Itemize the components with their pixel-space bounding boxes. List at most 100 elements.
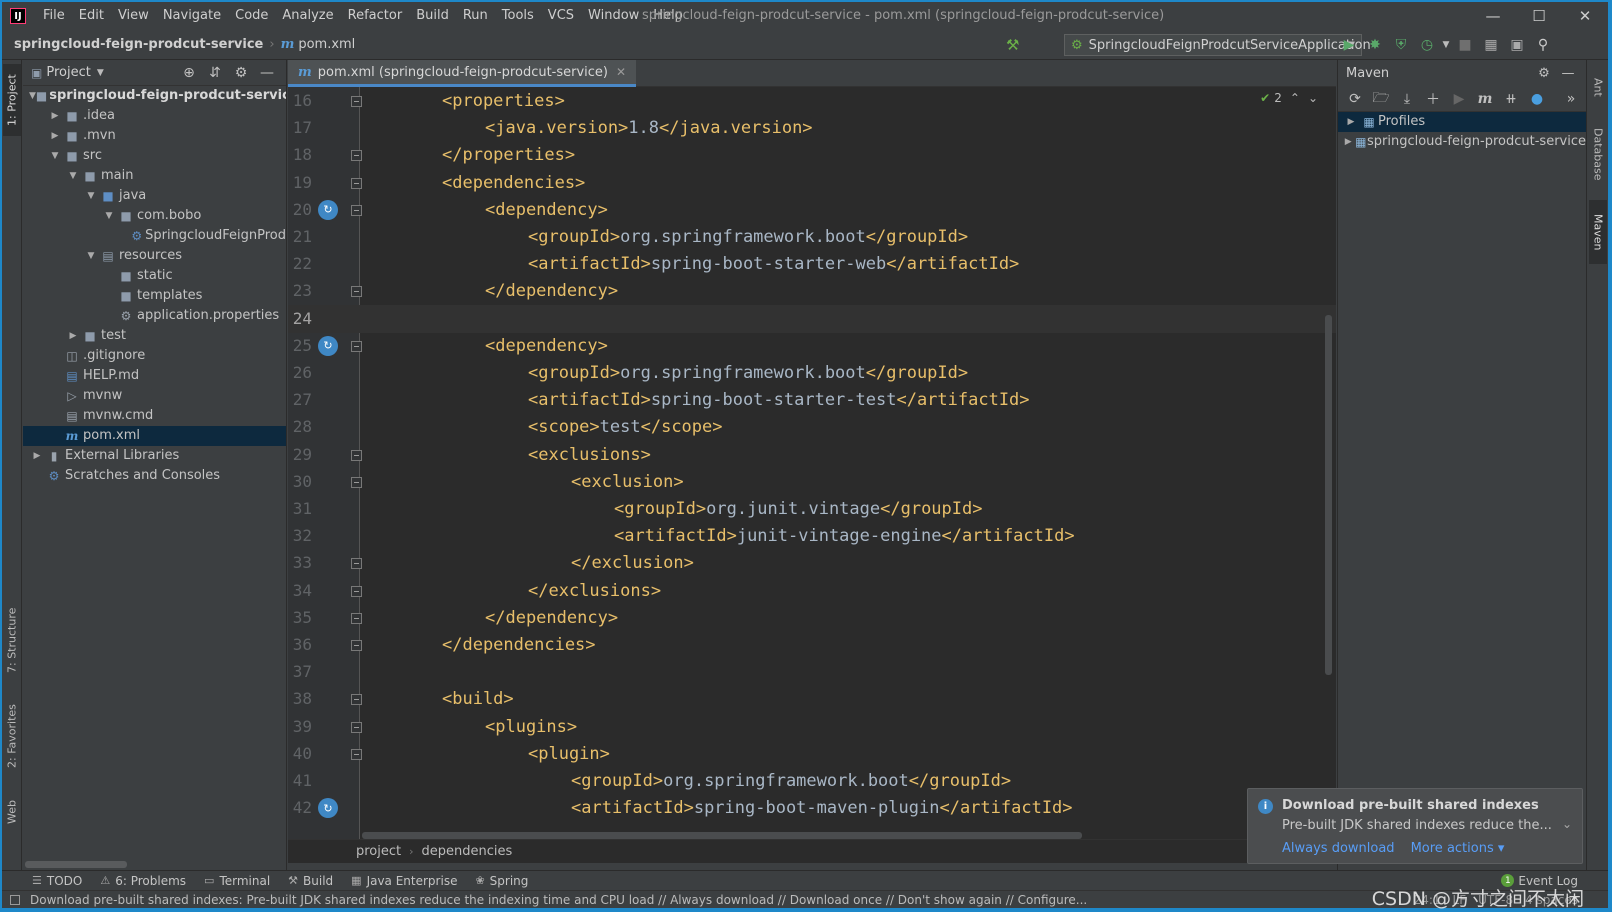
run-icon[interactable]: ▶ xyxy=(1336,37,1362,53)
tree-item[interactable]: ▶ ▮ External Libraries xyxy=(23,446,286,466)
chevron-down-icon[interactable]: ▼ xyxy=(83,186,99,206)
code-line[interactable]: 40 <plugin> xyxy=(288,740,1336,768)
add-folder-icon[interactable]: 🗁 xyxy=(1368,87,1394,111)
run-icon[interactable]: ▶ xyxy=(1446,91,1472,107)
add-icon[interactable]: ＋ xyxy=(1420,89,1446,109)
tree-item[interactable]: ▶ ■ test xyxy=(23,326,286,346)
code-line[interactable]: 31 <groupId>org.junit.vintage</groupId> xyxy=(288,495,1336,523)
chevron-right-icon[interactable]: ▶ xyxy=(65,326,81,346)
maven-tree-item[interactable]: ▶ ▦ Profiles xyxy=(1338,112,1586,132)
code-line[interactable]: 32 <artifactId>junit-vintage-engine</arti… xyxy=(288,522,1336,550)
code-editor[interactable]: 16 <properties> 17 <java.version>1.8</java.… xyxy=(288,87,1336,839)
expand-icon[interactable]: ⌄ xyxy=(1562,817,1572,831)
code-line[interactable]: 23 </dependency> xyxy=(288,277,1336,305)
fold-marker-icon[interactable] xyxy=(351,340,362,352)
code-line[interactable]: 16 <properties> xyxy=(288,87,1336,115)
tree-item[interactable]: ◫ .gitignore xyxy=(23,346,286,366)
execute-goal-icon[interactable]: m xyxy=(1472,91,1498,107)
fold-marker-icon[interactable] xyxy=(351,694,362,706)
code-line[interactable]: 18 </properties> xyxy=(288,141,1336,169)
tree-item[interactable]: ⚙ application.properties xyxy=(23,306,286,326)
code-line[interactable]: 24 xyxy=(288,304,1336,333)
code-line[interactable]: 29 <exclusions> xyxy=(288,441,1336,469)
breadcrumb-dependencies[interactable]: dependencies xyxy=(422,844,513,859)
code-line[interactable]: 22 <artifactId>spring-boot-starter-web</a… xyxy=(288,250,1336,278)
tree-item[interactable]: ▼ ■ java xyxy=(23,186,286,206)
fold-marker-icon[interactable] xyxy=(351,612,362,624)
code-line[interactable]: 42 ↻ <artifactId>spring-boot-maven-plugin<… xyxy=(288,794,1336,822)
tree-item[interactable]: ■ templates xyxy=(23,286,286,306)
menu-navigate[interactable]: Navigate xyxy=(156,2,228,30)
download-icon[interactable]: ⤓ xyxy=(1394,91,1420,107)
collapse-all-icon[interactable]: ⇵ xyxy=(202,65,228,81)
fold-marker-icon[interactable] xyxy=(351,558,362,570)
coverage-icon[interactable]: ⛨ xyxy=(1388,37,1414,53)
tree-item[interactable]: ▼ ■ src xyxy=(23,146,286,166)
tree-item[interactable]: ▼ ■ main xyxy=(23,166,286,186)
chevron-down-icon[interactable]: ▼ xyxy=(65,166,81,186)
status-message[interactable]: Download pre-built shared indexes: Pre-b… xyxy=(30,893,1087,907)
skip-tests-icon[interactable]: ● xyxy=(1524,91,1550,107)
maven-dependency-gutter-icon[interactable]: ↻ xyxy=(318,798,338,819)
menu-window[interactable]: Window xyxy=(581,2,646,30)
fold-marker-icon[interactable] xyxy=(351,721,362,733)
locate-file-icon[interactable]: ⊕ xyxy=(176,65,202,81)
hide-panel-icon[interactable]: — xyxy=(1556,66,1580,81)
horizontal-scrollbar[interactable] xyxy=(362,832,1082,839)
more-icon[interactable]: » xyxy=(1558,91,1584,107)
maven-dependency-gutter-icon[interactable]: ↻ xyxy=(318,335,338,356)
code-line[interactable]: 20 ↻ <dependency> xyxy=(288,196,1336,224)
toggle-tool-windows-icon[interactable] xyxy=(10,894,20,905)
structure-tool-tab[interactable]: 7: Structure xyxy=(3,598,21,682)
chevron-right-icon[interactable]: ▶ xyxy=(47,106,63,126)
chevron-down-icon[interactable]: ▼ xyxy=(29,86,36,106)
tree-item[interactable]: ▤ HELP.md xyxy=(23,366,286,386)
fold-marker-icon[interactable] xyxy=(351,476,362,488)
chevron-up-icon[interactable]: ⌃ xyxy=(1290,91,1300,105)
code-line[interactable]: 19 <dependencies> xyxy=(288,169,1336,197)
menu-run[interactable]: Run xyxy=(456,2,495,30)
fold-marker-icon[interactable] xyxy=(351,96,362,107)
tree-item[interactable]: ▼ ▤ resources xyxy=(23,246,286,266)
run-config-select[interactable]: ⚙ SpringcloudFeignProdcutServiceApplicat… xyxy=(1064,34,1371,56)
fold-marker-icon[interactable] xyxy=(351,640,362,651)
fold-marker-icon[interactable] xyxy=(351,286,362,298)
gear-icon[interactable]: ⚙ xyxy=(228,65,254,81)
nav-file[interactable]: pom.xml xyxy=(298,37,355,52)
code-line[interactable]: 27 <artifactId>spring-boot-starter-test</… xyxy=(288,386,1336,414)
chevron-right-icon[interactable]: ▶ xyxy=(29,446,45,466)
menu-view[interactable]: View xyxy=(111,2,156,30)
code-line[interactable]: 38 <build> xyxy=(288,685,1336,713)
hide-panel-icon[interactable]: — xyxy=(254,65,280,81)
code-line[interactable]: 21 <groupId>org.springframework.boot</gro… xyxy=(288,223,1336,251)
code-line[interactable]: 34 </exclusions> xyxy=(288,577,1336,605)
code-line[interactable]: 30 <exclusion> xyxy=(288,468,1336,496)
menu-edit[interactable]: Edit xyxy=(72,2,111,30)
project-tool-tab[interactable]: 1: Project xyxy=(3,64,21,136)
menu-vcs[interactable]: VCS xyxy=(541,2,581,30)
tree-item[interactable]: ▷ mvnw xyxy=(23,386,286,406)
chevron-down-icon[interactable]: ⌄ xyxy=(1308,91,1318,105)
menu-build[interactable]: Build xyxy=(409,2,456,30)
nav-project[interactable]: springcloud-feign-prodcut-service xyxy=(14,37,263,52)
toggle-offline-icon[interactable]: ⧺ xyxy=(1498,91,1524,107)
tool-window-build[interactable]: ⚒ Build xyxy=(288,874,333,888)
project-structure-icon[interactable]: ▦ xyxy=(1478,37,1504,53)
code-line[interactable]: 28 <scope>test</scope> xyxy=(288,413,1336,441)
menu-tools[interactable]: Tools xyxy=(495,2,541,30)
tool-window-todo[interactable]: ☰ TODO xyxy=(32,874,82,888)
chevron-down-icon[interactable]: ▼ xyxy=(83,246,99,266)
tool-window-spring[interactable]: ❀ Spring xyxy=(475,874,528,888)
fold-marker-icon[interactable] xyxy=(351,177,362,189)
breadcrumb-project[interactable]: project xyxy=(356,844,401,859)
maven-tree-item[interactable]: ▶ ▦ springcloud-feign-prodcut-service xyxy=(1338,132,1586,152)
fold-marker-icon[interactable] xyxy=(351,585,362,597)
code-line[interactable]: 17 <java.version>1.8</java.version> xyxy=(288,114,1336,142)
close-tab-icon[interactable]: ✕ xyxy=(616,65,626,79)
tree-item[interactable]: ⚙ SpringcloudFeignProd xyxy=(23,226,286,246)
tree-item[interactable]: ▼ ■ com.bobo xyxy=(23,206,286,226)
tree-item[interactable]: ▤ mvnw.cmd xyxy=(23,406,286,426)
code-line[interactable]: 25 ↻ <dependency> xyxy=(288,332,1336,360)
tool-window-terminal[interactable]: ▭ Terminal xyxy=(204,874,270,888)
project-panel-title[interactable]: Project xyxy=(46,65,90,80)
